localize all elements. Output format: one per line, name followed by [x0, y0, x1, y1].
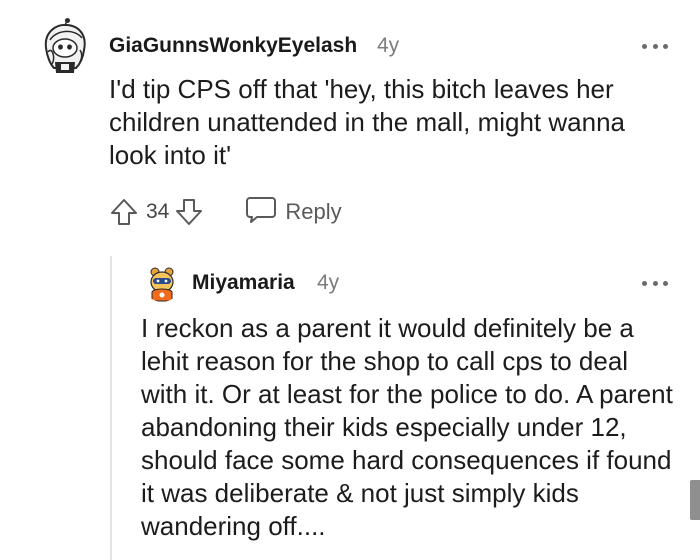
more-options-icon[interactable] [642, 41, 668, 51]
reply-more-options-icon[interactable] [642, 278, 668, 288]
scrollbar-thumb[interactable] [690, 480, 700, 520]
reply-button[interactable]: Reply [245, 195, 342, 230]
reply-author[interactable]: Miyamaria [192, 271, 295, 295]
reply-timestamp[interactable]: 4y [317, 271, 339, 295]
comment-actions: 34 Reply [108, 194, 342, 230]
reply-avatar-icon[interactable] [143, 264, 181, 302]
chat-bubble-icon [245, 195, 277, 230]
comment-thread: GiaGunnsWonkyEyelash 4y I'd tip CPS off … [0, 0, 700, 560]
comment-body: I'd tip CPS off that 'hey, this bitch le… [109, 74, 625, 170]
comment-timestamp[interactable]: 4y [377, 34, 399, 58]
comment-author[interactable]: GiaGunnsWonkyEyelash [109, 34, 357, 58]
downvote-icon[interactable] [173, 196, 205, 228]
user-avatar-icon[interactable] [36, 18, 94, 76]
reply-label: Reply [285, 199, 342, 224]
reply-body: I reckon as a parent it would definitely… [141, 313, 673, 541]
vote-score: 34 [146, 200, 170, 223]
thread-line[interactable] [110, 256, 112, 560]
upvote-icon[interactable] [108, 196, 140, 228]
